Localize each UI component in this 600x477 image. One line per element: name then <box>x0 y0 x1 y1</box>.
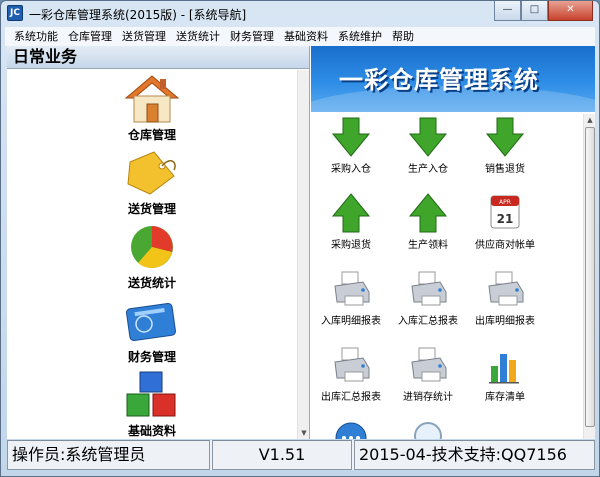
supplier-statement-tile[interactable]: APR 21 供应商对帐单 <box>465 192 545 264</box>
menu-finance[interactable]: 财务管理 <box>225 27 279 46</box>
banner-title: 一彩仓库管理系统 <box>339 66 539 94</box>
minimize-button[interactable]: — <box>494 1 521 21</box>
chat-icon <box>335 422 367 439</box>
version-status: V1.51 <box>212 440 352 470</box>
date-support-status: 2015-04-技术支持:QQ7156 <box>354 440 595 470</box>
supplier-statement-label: 供应商对帐单 <box>475 240 535 251</box>
inventory-stats-label: 进销存统计 <box>403 392 453 403</box>
finance-nav-label: 财务管理 <box>127 350 176 364</box>
production-picking-tile[interactable]: 生产领料 <box>388 192 468 264</box>
app-banner: 一彩仓库管理系统 <box>311 46 595 112</box>
scroll-down-icon[interactable]: ▼ <box>298 427 310 439</box>
search-tile[interactable] <box>388 420 468 439</box>
finance-nav-item[interactable]: 财务管理 <box>102 296 202 370</box>
sales-return-tile[interactable]: 销售退货 <box>465 116 545 188</box>
chat-tile[interactable] <box>311 420 391 439</box>
arrow-down-icon <box>408 117 448 157</box>
house-icon <box>124 75 180 123</box>
scroll-thumb[interactable] <box>585 127 595 427</box>
maximize-button[interactable]: □ <box>521 1 548 21</box>
menu-maintenance[interactable]: 系统维护 <box>333 27 387 46</box>
stock-list-tile[interactable]: 库存清单 <box>465 344 545 416</box>
pie-chart-icon <box>131 226 173 269</box>
warehouse-nav-item[interactable]: 仓库管理 <box>102 74 202 148</box>
app-logo-icon[interactable]: JC <box>7 5 23 21</box>
quick-actions-panel: 一彩仓库管理系统 采购入仓 生产入仓 销售退货 采购退货 生产领料 APR 21… <box>311 46 595 439</box>
warehouse-nav-label: 仓库管理 <box>127 128 176 142</box>
inventory-stats-tile[interactable]: 进销存统计 <box>388 344 468 416</box>
left-panel-header: 日常业务 <box>7 46 309 69</box>
menu-warehouse[interactable]: 仓库管理 <box>63 27 117 46</box>
delivery-nav-label: 送货管理 <box>127 202 176 216</box>
action-tile-grid: 采购入仓 生产入仓 销售退货 采购退货 生产领料 APR 21 供应商对帐单 入… <box>311 114 581 439</box>
menu-delivery-stats[interactable]: 送货统计 <box>171 27 225 46</box>
client-area: 日常业务 仓库管理 送货管理 送货统计 财务管理 基础资料 ▼ 一彩仓库管理系统… <box>7 46 595 439</box>
production-in-label: 生产入仓 <box>408 164 448 175</box>
close-button[interactable]: ✕ <box>548 1 593 21</box>
inbound-detail-report-tile[interactable]: 入库明细报表 <box>311 268 391 340</box>
inbound-summary-report-label: 入库汇总报表 <box>398 316 458 327</box>
production-picking-label: 生产领料 <box>408 240 448 251</box>
outbound-detail-report-label: 出库明细报表 <box>475 316 535 327</box>
printer-icon <box>488 271 524 306</box>
window-title: 一彩仓库管理系统(2015版) - [系统导航] <box>29 8 247 22</box>
outbound-summary-report-tile[interactable]: 出库汇总报表 <box>311 344 391 416</box>
printer-icon <box>334 347 370 382</box>
card-icon <box>126 302 176 342</box>
operator-status: 操作员:系统管理员 <box>7 440 210 470</box>
left-scrollbar[interactable]: ▼ <box>297 70 309 439</box>
purchase-in-label: 采购入仓 <box>331 164 371 175</box>
outbound-summary-report-label: 出库汇总报表 <box>321 392 381 403</box>
basic-data-nav-item[interactable]: 基础资料 <box>102 370 202 439</box>
tag-icon <box>127 151 176 195</box>
magnifier-icon <box>414 422 442 439</box>
inbound-summary-report-tile[interactable]: 入库汇总报表 <box>388 268 468 340</box>
arrow-down-icon <box>485 117 525 157</box>
app-window: JC 一彩仓库管理系统(2015版) - [系统导航] — □ ✕ 系统功能 仓… <box>0 0 600 477</box>
production-in-tile[interactable]: 生产入仓 <box>388 116 468 188</box>
purchase-return-label: 采购退货 <box>331 240 371 251</box>
stock-list-label: 库存清单 <box>485 392 525 403</box>
purchase-return-tile[interactable]: 采购退货 <box>311 192 391 264</box>
menu-bar: 系统功能 仓库管理 送货管理 送货统计 财务管理 基础资料 系统维护 帮助 <box>5 27 595 46</box>
right-scrollbar[interactable]: ▲ <box>583 114 595 439</box>
menu-delivery[interactable]: 送货管理 <box>117 27 171 46</box>
delivery-stats-nav-item[interactable]: 送货统计 <box>102 222 202 296</box>
daily-business-panel: 日常业务 仓库管理 送货管理 送货统计 财务管理 基础资料 ▼ <box>7 46 310 439</box>
delivery-nav-item[interactable]: 送货管理 <box>102 148 202 222</box>
outbound-detail-report-tile[interactable]: 出库明细报表 <box>465 268 545 340</box>
menu-basic-data[interactable]: 基础资料 <box>279 27 333 46</box>
purchase-in-tile[interactable]: 采购入仓 <box>311 116 391 188</box>
title-bar[interactable]: JC 一彩仓库管理系统(2015版) - [系统导航] — □ ✕ <box>1 1 599 27</box>
daily-business-list: 仓库管理 送货管理 送货统计 财务管理 基础资料 <box>7 70 297 439</box>
printer-icon <box>334 271 370 306</box>
arrow-up-icon <box>331 193 371 233</box>
date-text: 2015-04- <box>359 445 432 464</box>
menu-help[interactable]: 帮助 <box>387 27 419 46</box>
arrow-up-icon <box>408 193 448 233</box>
calendar-icon: APR 21 <box>490 195 520 229</box>
sales-return-label: 销售退货 <box>485 164 525 175</box>
delivery-stats-nav-label: 送货统计 <box>127 276 176 290</box>
support-text: 技术支持:QQ7156 <box>431 445 567 464</box>
printer-icon <box>411 271 447 306</box>
inbound-detail-report-label: 入库明细报表 <box>321 316 381 327</box>
printer-icon <box>411 347 447 382</box>
svg-text:APR: APR <box>499 199 511 206</box>
arrow-down-icon <box>331 117 371 157</box>
blocks-icon <box>126 371 176 417</box>
bar-chart-icon <box>489 354 519 384</box>
menu-system-functions[interactable]: 系统功能 <box>9 27 63 46</box>
basic-data-nav-label: 基础资料 <box>127 424 176 438</box>
svg-text:21: 21 <box>497 212 514 226</box>
scroll-up-icon[interactable]: ▲ <box>584 114 596 126</box>
status-bar: 操作员:系统管理员 V1.51 2015-04-技术支持:QQ7156 <box>7 440 595 470</box>
